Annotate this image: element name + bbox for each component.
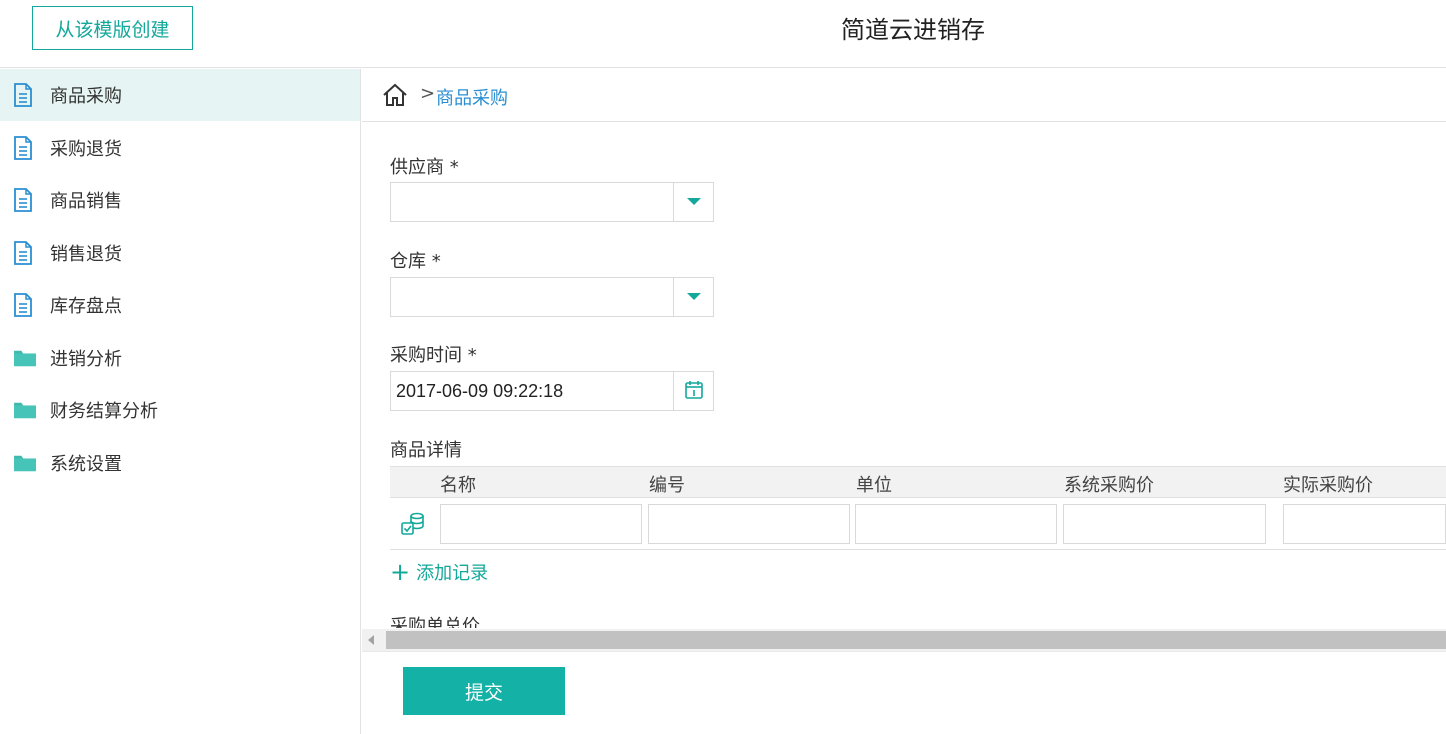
sidebar-item-inventory-check[interactable]: 库存盘点 bbox=[0, 279, 360, 331]
total-price-label: 采购单总价 bbox=[390, 616, 480, 628]
document-icon bbox=[14, 136, 32, 160]
warehouse-select[interactable] bbox=[390, 277, 714, 317]
cell-unit-input[interactable] bbox=[855, 504, 1057, 544]
sidebar-item-label: 进销分析 bbox=[50, 349, 122, 370]
app-title: 简道云进销存 bbox=[841, 16, 985, 44]
breadcrumb-separator: > bbox=[420, 83, 436, 104]
add-record-button[interactable]: + 添加记录 bbox=[390, 559, 488, 585]
purchase-time-input[interactable] bbox=[391, 372, 673, 410]
sidebar-item-finance-analysis[interactable]: 财务结算分析 bbox=[0, 384, 360, 436]
supplier-dropdown-toggle[interactable] bbox=[673, 183, 713, 221]
sidebar-item-purchase[interactable]: 商品采购 bbox=[0, 69, 360, 121]
sidebar-item-system-settings[interactable]: 系统设置 bbox=[0, 437, 360, 489]
breadcrumb: > 商品采购 bbox=[362, 69, 1446, 122]
sidebar: 商品采购 采购退货 商品销售 销售退货 库存盘点 进销分析 财务结算分析 系统设… bbox=[0, 69, 361, 734]
home-icon[interactable] bbox=[382, 83, 408, 107]
details-table-header: 名称 编号 单位 系统采购价 实际采购价 bbox=[390, 466, 1446, 498]
add-record-label: 添加记录 bbox=[416, 563, 489, 584]
sidebar-item-label: 采购退货 bbox=[50, 139, 122, 160]
column-header-code: 编号 bbox=[649, 475, 685, 496]
document-icon bbox=[14, 188, 32, 212]
warehouse-dropdown-toggle[interactable] bbox=[673, 278, 713, 316]
document-icon bbox=[14, 293, 32, 317]
sidebar-item-purchase-return[interactable]: 采购退货 bbox=[0, 122, 360, 174]
scroll-left-arrow-icon[interactable] bbox=[368, 635, 374, 645]
column-header-unit: 单位 bbox=[856, 475, 892, 496]
supplier-label: 供应商 * bbox=[390, 157, 459, 178]
column-header-actual-price: 实际采购价 bbox=[1283, 475, 1373, 496]
purchase-time-label: 采购时间 * bbox=[390, 345, 477, 366]
purchase-time-field[interactable] bbox=[390, 371, 714, 411]
main-content: > 商品采购 供应商 * 仓库 * 采购时间 * 商品详情 名称 编号 单位 系… bbox=[362, 69, 1446, 734]
create-from-template-button[interactable]: 从该模版创建 bbox=[32, 6, 193, 50]
cell-system-price-input[interactable] bbox=[1063, 504, 1266, 544]
table-row bbox=[390, 498, 1446, 550]
cell-name-input[interactable] bbox=[440, 504, 642, 544]
sidebar-item-sales-return[interactable]: 销售退货 bbox=[0, 227, 360, 279]
horizontal-scrollbar[interactable] bbox=[362, 629, 1446, 651]
sidebar-item-sales[interactable]: 商品销售 bbox=[0, 174, 360, 226]
sidebar-item-label: 商品采购 bbox=[50, 86, 122, 107]
calendar-button[interactable] bbox=[673, 372, 713, 410]
sidebar-item-label: 商品销售 bbox=[50, 191, 122, 212]
document-icon bbox=[14, 83, 32, 107]
caret-down-icon bbox=[687, 198, 701, 205]
document-icon bbox=[14, 241, 32, 265]
column-header-name: 名称 bbox=[440, 475, 476, 496]
sidebar-item-label: 系统设置 bbox=[50, 454, 122, 475]
caret-down-icon bbox=[687, 293, 701, 300]
folder-icon bbox=[14, 455, 36, 472]
cell-actual-price-input[interactable] bbox=[1283, 504, 1446, 544]
scrollbar-thumb[interactable] bbox=[386, 631, 1446, 649]
plus-icon: + bbox=[390, 558, 411, 586]
divider bbox=[362, 651, 1446, 652]
sidebar-item-sales-analysis[interactable]: 进销分析 bbox=[0, 332, 360, 384]
calendar-icon bbox=[685, 381, 703, 399]
warehouse-label: 仓库 * bbox=[390, 251, 441, 272]
folder-icon bbox=[14, 350, 36, 367]
details-label: 商品详情 bbox=[390, 440, 462, 461]
sidebar-item-label: 库存盘点 bbox=[50, 296, 122, 317]
database-check-icon[interactable] bbox=[400, 511, 426, 537]
folder-icon bbox=[14, 402, 36, 419]
breadcrumb-current[interactable]: 商品采购 bbox=[436, 84, 508, 110]
submit-button[interactable]: 提交 bbox=[403, 667, 565, 715]
cell-code-input[interactable] bbox=[648, 504, 850, 544]
sidebar-item-label: 财务结算分析 bbox=[50, 401, 158, 422]
top-bar: 从该模版创建 简道云进销存 bbox=[0, 0, 1446, 68]
column-header-system-price: 系统采购价 bbox=[1064, 475, 1154, 496]
sidebar-item-label: 销售退货 bbox=[50, 244, 122, 265]
supplier-select[interactable] bbox=[390, 182, 714, 222]
